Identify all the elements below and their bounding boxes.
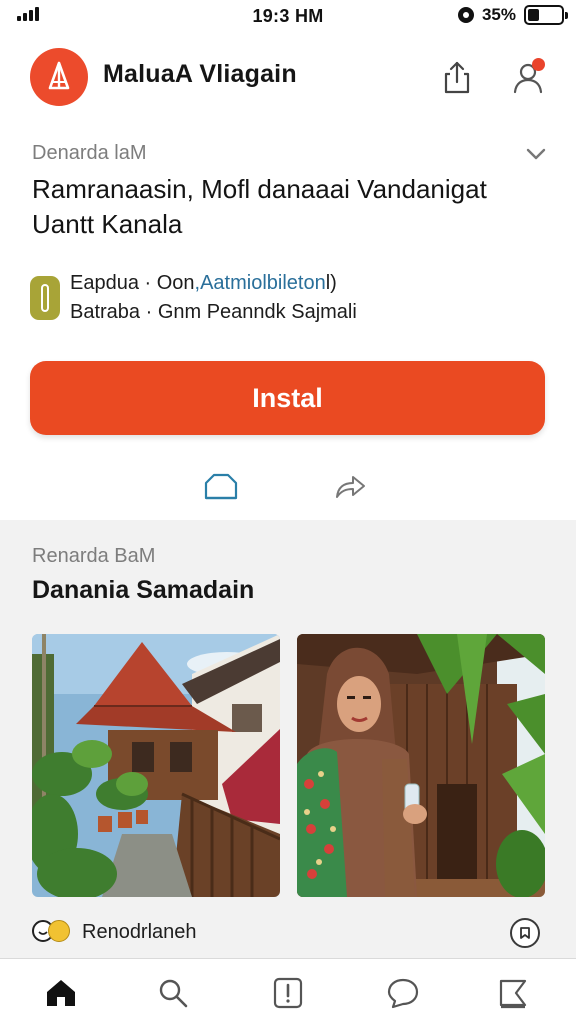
bottom-nav (0, 958, 576, 1024)
developer-info: Eapdua · Oon,Aatmiolbiletonl) Batraba · … (30, 270, 550, 326)
developer-name: Eapdua · Oon (70, 272, 195, 294)
home-icon (47, 980, 75, 1006)
developer-line-1: Eapdua · Oon,Aatmiolbiletonl) (70, 272, 337, 295)
headline: Ramranaasin, Mofl danaaai Vandanigat Uan… (32, 174, 487, 239)
share-button[interactable] (436, 56, 478, 98)
home-outline-icon (204, 473, 238, 500)
forward-action-button[interactable] (330, 468, 370, 504)
house-photo[interactable] (32, 634, 280, 897)
reaction-text: Renodrlaneh (82, 921, 197, 943)
meta-label: Denarda laM (32, 142, 147, 164)
developer-line-2: Batraba · Gnm Peanndk Sajmali (70, 301, 357, 323)
app-name: MaluaA Vliagain (103, 60, 297, 88)
section-title: Danania Samadain (32, 576, 255, 604)
account-button[interactable] (505, 54, 551, 100)
battery-icon (524, 5, 568, 25)
chevron-down-icon (526, 148, 546, 160)
nav-alerts[interactable] (268, 973, 308, 1013)
bookmark-icon (520, 927, 530, 939)
developer-link[interactable]: ,Aatmiolbileton (195, 272, 326, 294)
home-action-button[interactable] (201, 468, 241, 504)
search-icon (159, 979, 188, 1008)
nav-home[interactable] (41, 973, 81, 1013)
share-icon (444, 61, 470, 94)
app-header: MaluaA Vliagain (0, 46, 576, 110)
nav-search[interactable] (153, 973, 193, 1013)
app-detail-card: MaluaA Vliagain Denarda laM Ramranaasin,… (0, 32, 576, 520)
chat-icon (387, 978, 419, 1009)
section-label: Renarda BaM (32, 545, 156, 567)
battery-level (528, 9, 540, 21)
expand-button[interactable] (522, 140, 550, 168)
status-bar: 19:3 HM 35% (0, 0, 576, 32)
developer-badge-icon (30, 276, 60, 320)
sail-logo-icon (30, 48, 88, 106)
nav-chat[interactable] (383, 973, 423, 1013)
bookmark-button[interactable] (510, 918, 540, 948)
alert-icon (273, 977, 303, 1009)
share-arrow-icon (336, 476, 365, 498)
battery-percent: 35% (481, 5, 516, 24)
portrait-photo[interactable] (297, 634, 545, 897)
nav-library[interactable] (493, 973, 533, 1013)
library-icon (499, 979, 527, 1009)
developer-line-1-suffix: l) (325, 272, 337, 294)
install-button[interactable]: Instal (30, 361, 545, 435)
reaction-row: Renodrlaneh (32, 916, 544, 952)
grin-emoji-icon (48, 920, 70, 942)
notification-dot (532, 58, 545, 71)
reaction-emojis[interactable] (32, 920, 70, 942)
location-icon (457, 7, 474, 23)
